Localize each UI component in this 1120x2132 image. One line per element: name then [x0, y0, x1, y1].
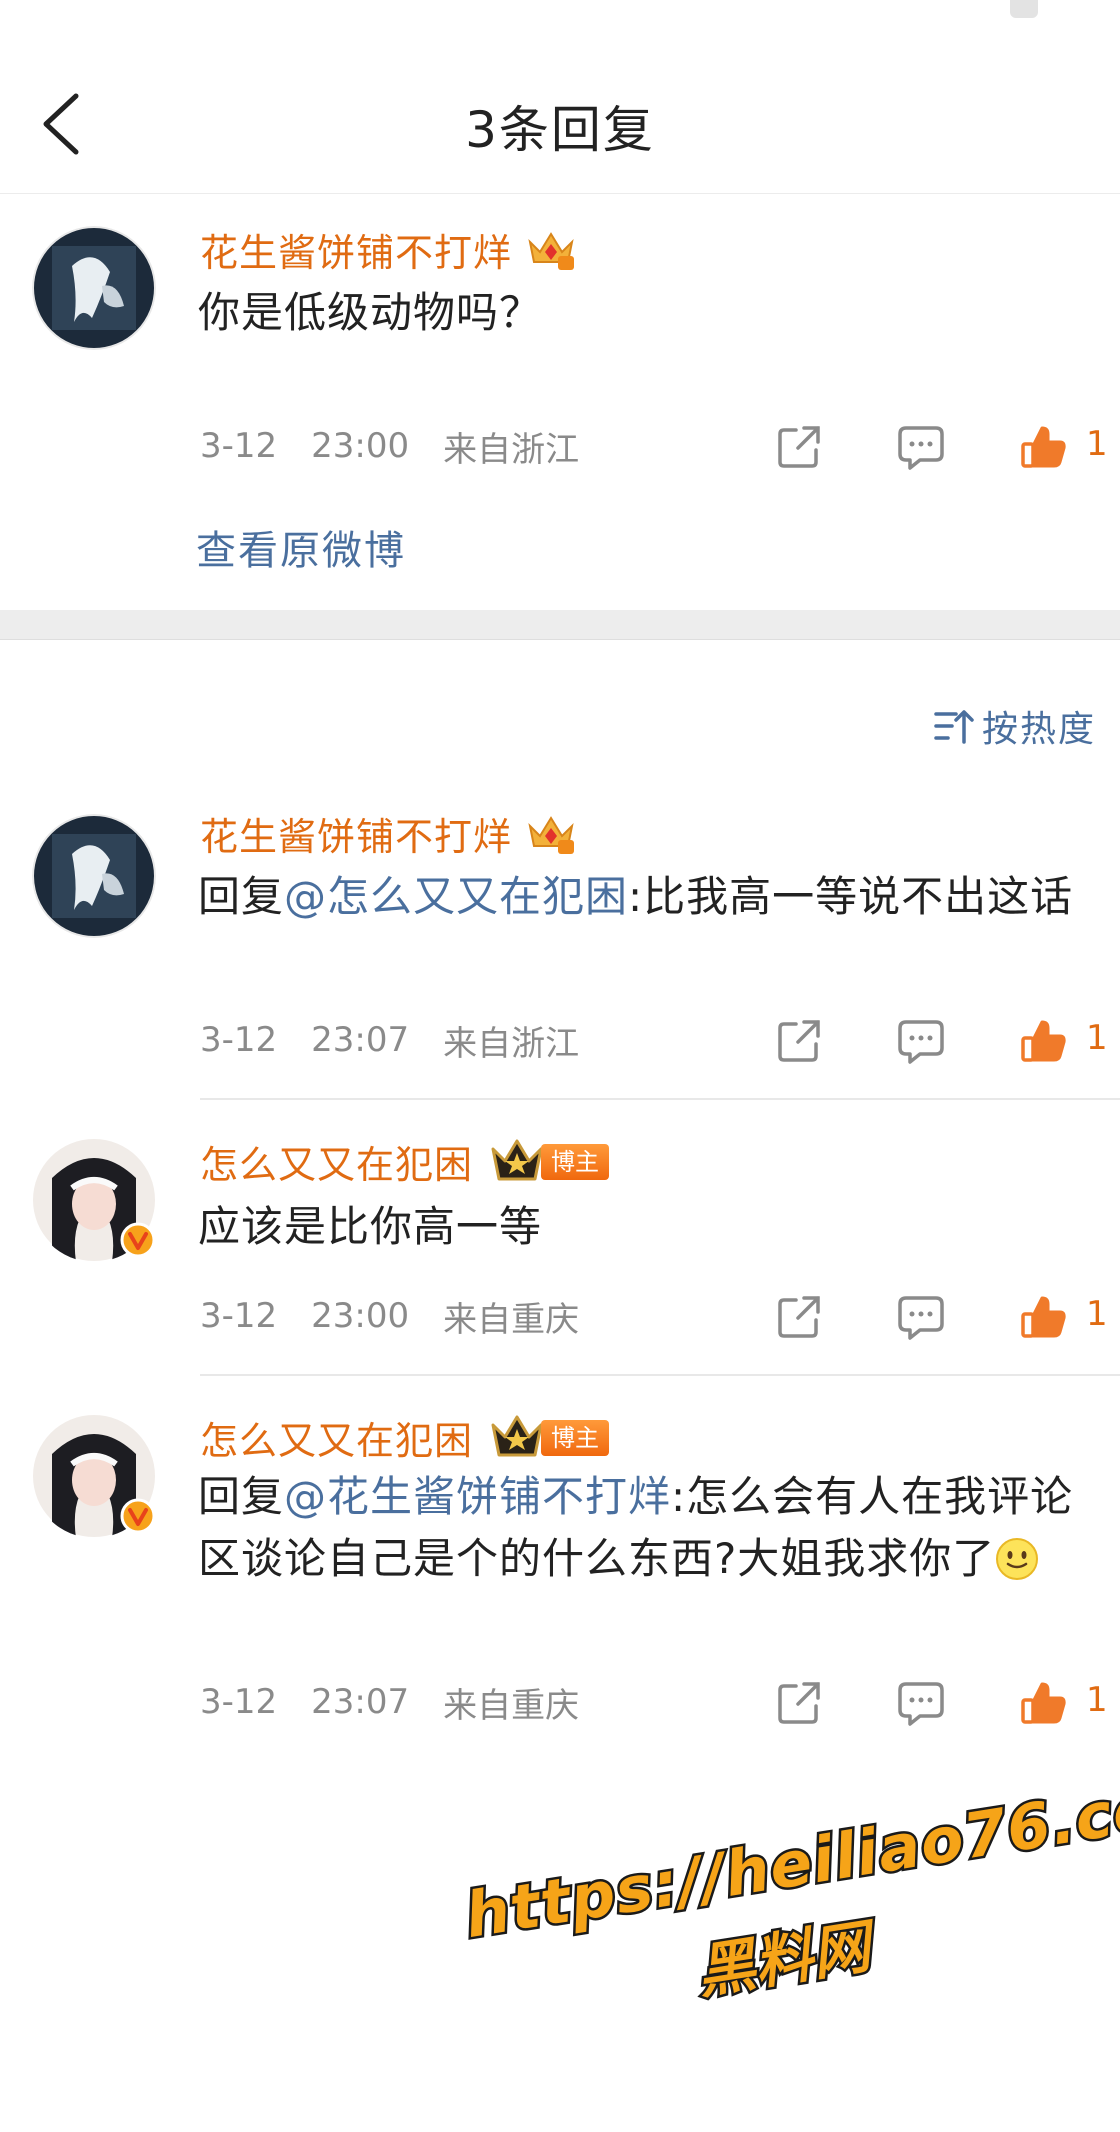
reply-prefix: 回复 — [198, 1472, 285, 1521]
like-count: 1 — [1086, 1294, 1108, 1334]
crown-icon — [491, 1139, 543, 1180]
reply-time: 23:00 — [311, 1296, 410, 1336]
comment-date: 3-12 — [200, 426, 278, 466]
avatar[interactable] — [32, 226, 156, 350]
reply-time: 23:07 — [311, 1020, 410, 1060]
comment-icon[interactable] — [898, 1018, 944, 1064]
verified-badge-icon — [120, 1222, 156, 1258]
comment-icon[interactable] — [898, 424, 944, 470]
avatar[interactable] — [32, 1414, 156, 1538]
reply-meta: 3-12 23:07 来自浙江 1 — [200, 1012, 1120, 1068]
reply-date: 3-12 — [200, 1296, 278, 1336]
comment-meta: 3-12 23:00 来自浙江 1 — [200, 418, 1120, 474]
section-divider — [0, 610, 1120, 640]
reply-text: 应该是比你高一等 — [198, 1202, 543, 1251]
reply-prefix: 回复 — [198, 872, 285, 921]
thumbs-up-icon[interactable] — [1020, 1680, 1066, 1726]
fan-crown-icon — [528, 231, 575, 270]
share-icon[interactable] — [776, 1680, 822, 1726]
username[interactable]: 花生酱饼铺不打烊 — [200, 806, 512, 861]
crown-icon — [491, 1415, 543, 1456]
like-count: 1 — [1086, 1018, 1108, 1058]
host-badge: 博主 — [541, 1143, 610, 1180]
reply-location: 来自浙江 — [443, 1023, 580, 1064]
thumbs-up-icon[interactable] — [1020, 1294, 1066, 1340]
reply-text: 回复@怎么又又在犯困:比我高一等说不出这话 — [198, 866, 1098, 928]
comment-text: 你是低级动物吗？ — [198, 288, 543, 337]
username[interactable]: 怎么又又在犯困 — [200, 1134, 473, 1189]
reply-location: 来自重庆 — [443, 1685, 580, 1726]
sort-label: 按热度 — [981, 709, 1096, 750]
watermark: https://heiliao76.com 黑料网 — [458, 1758, 1120, 2097]
reply-meta: 3-12 23:07 来自重庆 1 — [200, 1674, 1120, 1730]
like-count: 1 — [1086, 1680, 1108, 1720]
username[interactable]: 怎么又又在犯困 — [200, 1410, 473, 1465]
reply-meta: 3-12 23:00 来自重庆 1 — [200, 1288, 1120, 1344]
comment-icon[interactable] — [898, 1680, 944, 1726]
avatar[interactable] — [32, 814, 156, 938]
sort-icon — [934, 710, 974, 744]
username[interactable]: 花生酱饼铺不打烊 — [200, 222, 512, 277]
share-icon[interactable] — [776, 424, 822, 470]
avatar-image — [32, 814, 156, 938]
watermark-site-name: 黑料网 — [690, 1910, 878, 2009]
status-bar-chip — [1010, 0, 1038, 18]
reply-date: 3-12 — [200, 1682, 278, 1722]
thumbs-up-icon[interactable] — [1020, 1018, 1066, 1064]
page-title: 3条回复 — [465, 101, 655, 159]
verified-badge-icon — [120, 1498, 156, 1534]
reply-time: 23:07 — [311, 1682, 410, 1722]
sort-button[interactable]: 按热度 — [934, 700, 1096, 752]
reply-location: 来自重庆 — [443, 1299, 580, 1340]
reply-divider — [200, 1098, 1120, 1100]
header-bar: 3条回复 — [0, 60, 1120, 194]
reply-divider — [200, 1374, 1120, 1376]
reply-body: :比我高一等说不出这话 — [628, 872, 1074, 921]
comment-icon[interactable] — [898, 1294, 944, 1340]
comment-location: 来自浙江 — [443, 429, 580, 470]
mention-link[interactable]: @怎么又又在犯困 — [284, 872, 628, 921]
mention-link[interactable]: @花生酱饼铺不打烊 — [284, 1472, 671, 1521]
fan-crown-icon — [528, 815, 575, 854]
reply-text: 回复@花生酱饼铺不打烊:怎么会有人在我评论区谈论自己是个的什么东西?大姐我求你了 — [198, 1466, 1098, 1590]
share-icon[interactable] — [776, 1018, 822, 1064]
thumbs-up-icon[interactable] — [1020, 424, 1066, 470]
host-badge: 博主 — [541, 1419, 610, 1456]
smile-emoji-icon — [996, 1538, 1039, 1580]
share-icon[interactable] — [776, 1294, 822, 1340]
like-count: 1 — [1086, 424, 1108, 464]
view-original-link[interactable]: 查看原微博 — [196, 518, 406, 576]
comment-time: 23:00 — [311, 426, 410, 466]
avatar-image — [32, 226, 156, 350]
reply-date: 3-12 — [200, 1020, 278, 1060]
avatar[interactable] — [32, 1138, 156, 1262]
